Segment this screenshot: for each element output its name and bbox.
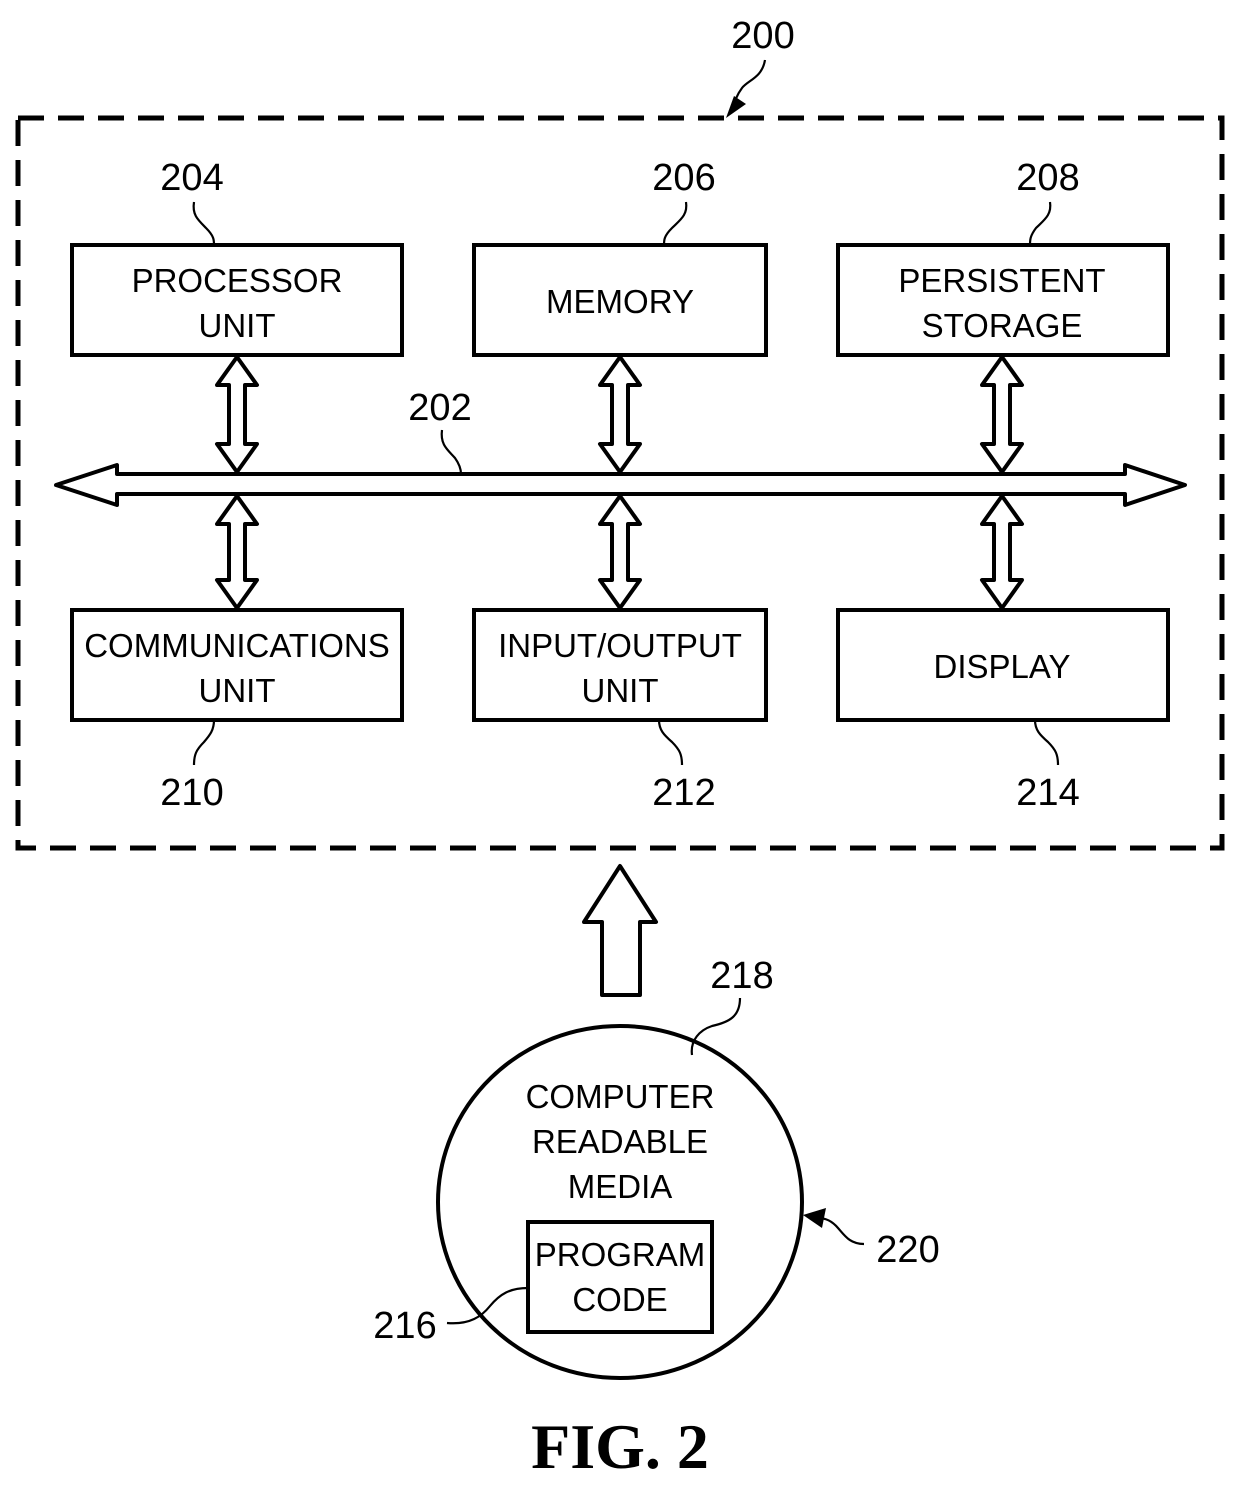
persistent-storage-line-1: PERSISTENT xyxy=(898,262,1105,299)
persistent-storage-leader-line xyxy=(1028,201,1052,246)
ref-label-communications: 210 xyxy=(160,772,223,814)
load-arrow-icon xyxy=(582,864,658,997)
display-bus-connector-arrow-icon xyxy=(980,494,1024,610)
processor-line-1: PROCESSOR xyxy=(132,262,343,299)
processor-leader-line xyxy=(192,201,216,246)
component-io: INPUT/OUTPUT UNIT 212 xyxy=(472,608,768,814)
component-memory: MEMORY 206 xyxy=(472,157,768,357)
ref-label-system: 200 xyxy=(731,15,794,57)
component-persistent-storage: PERSISTENT STORAGE 208 xyxy=(836,157,1170,357)
communications-leader-line xyxy=(192,719,216,766)
bus-leader-line xyxy=(440,429,463,475)
ref-label-memory: 206 xyxy=(652,157,715,199)
ref-label-io: 212 xyxy=(652,772,715,814)
io-leader-line xyxy=(657,719,684,766)
program-code-line-2: CODE xyxy=(572,1281,667,1318)
persistent-storage-line-2: STORAGE xyxy=(922,307,1083,344)
display-leader-line xyxy=(1033,719,1060,766)
program-product-arrowhead-icon xyxy=(803,1208,826,1228)
io-bus-connector-arrow-icon xyxy=(598,494,642,610)
ref-label-display: 214 xyxy=(1016,772,1079,814)
component-processor: PROCESSOR UNIT 204 xyxy=(70,157,404,357)
program-code-line-1: PROGRAM xyxy=(535,1236,706,1273)
processor-line-2: UNIT xyxy=(199,307,276,344)
media-line-1: COMPUTER xyxy=(526,1078,715,1115)
ref-label-persistent-storage: 208 xyxy=(1016,157,1079,199)
io-line-1: INPUT/OUTPUT xyxy=(498,627,742,664)
memory-line-1: MEMORY xyxy=(546,283,694,320)
ref-label-program-code: 216 xyxy=(373,1305,436,1347)
figure-caption: FIG. 2 xyxy=(531,1411,709,1482)
ref-label-media: 218 xyxy=(710,955,773,997)
communications-line-1: COMMUNICATIONS xyxy=(84,627,390,664)
display-line-1: DISPLAY xyxy=(934,648,1071,685)
io-line-2: UNIT xyxy=(582,672,659,709)
program-product-leader-line xyxy=(817,1216,865,1246)
patent-figure: 200 PROCESSOR UNIT 204 MEMORY 206 PERSIS… xyxy=(15,15,1225,1482)
media-line-3: MEDIA xyxy=(568,1168,673,1205)
media-line-2: READABLE xyxy=(532,1123,708,1160)
communications-bus-connector-arrow-icon xyxy=(215,494,259,610)
memory-leader-line xyxy=(662,201,688,246)
component-display: DISPLAY 214 xyxy=(836,608,1170,814)
system-arrowhead-icon xyxy=(726,96,746,118)
computer-readable-media: COMPUTER READABLE MEDIA 218 PROGRAM CODE… xyxy=(373,955,940,1380)
component-communications: COMMUNICATIONS UNIT 210 xyxy=(70,608,404,814)
ref-label-bus: 202 xyxy=(408,387,471,429)
persistent-storage-bus-connector-arrow-icon xyxy=(980,355,1024,474)
communications-line-2: UNIT xyxy=(199,672,276,709)
ref-label-processor: 204 xyxy=(160,157,223,199)
processor-bus-connector-arrow-icon xyxy=(215,355,259,474)
memory-bus-connector-arrow-icon xyxy=(598,355,642,474)
ref-label-program-product: 220 xyxy=(876,1229,939,1271)
